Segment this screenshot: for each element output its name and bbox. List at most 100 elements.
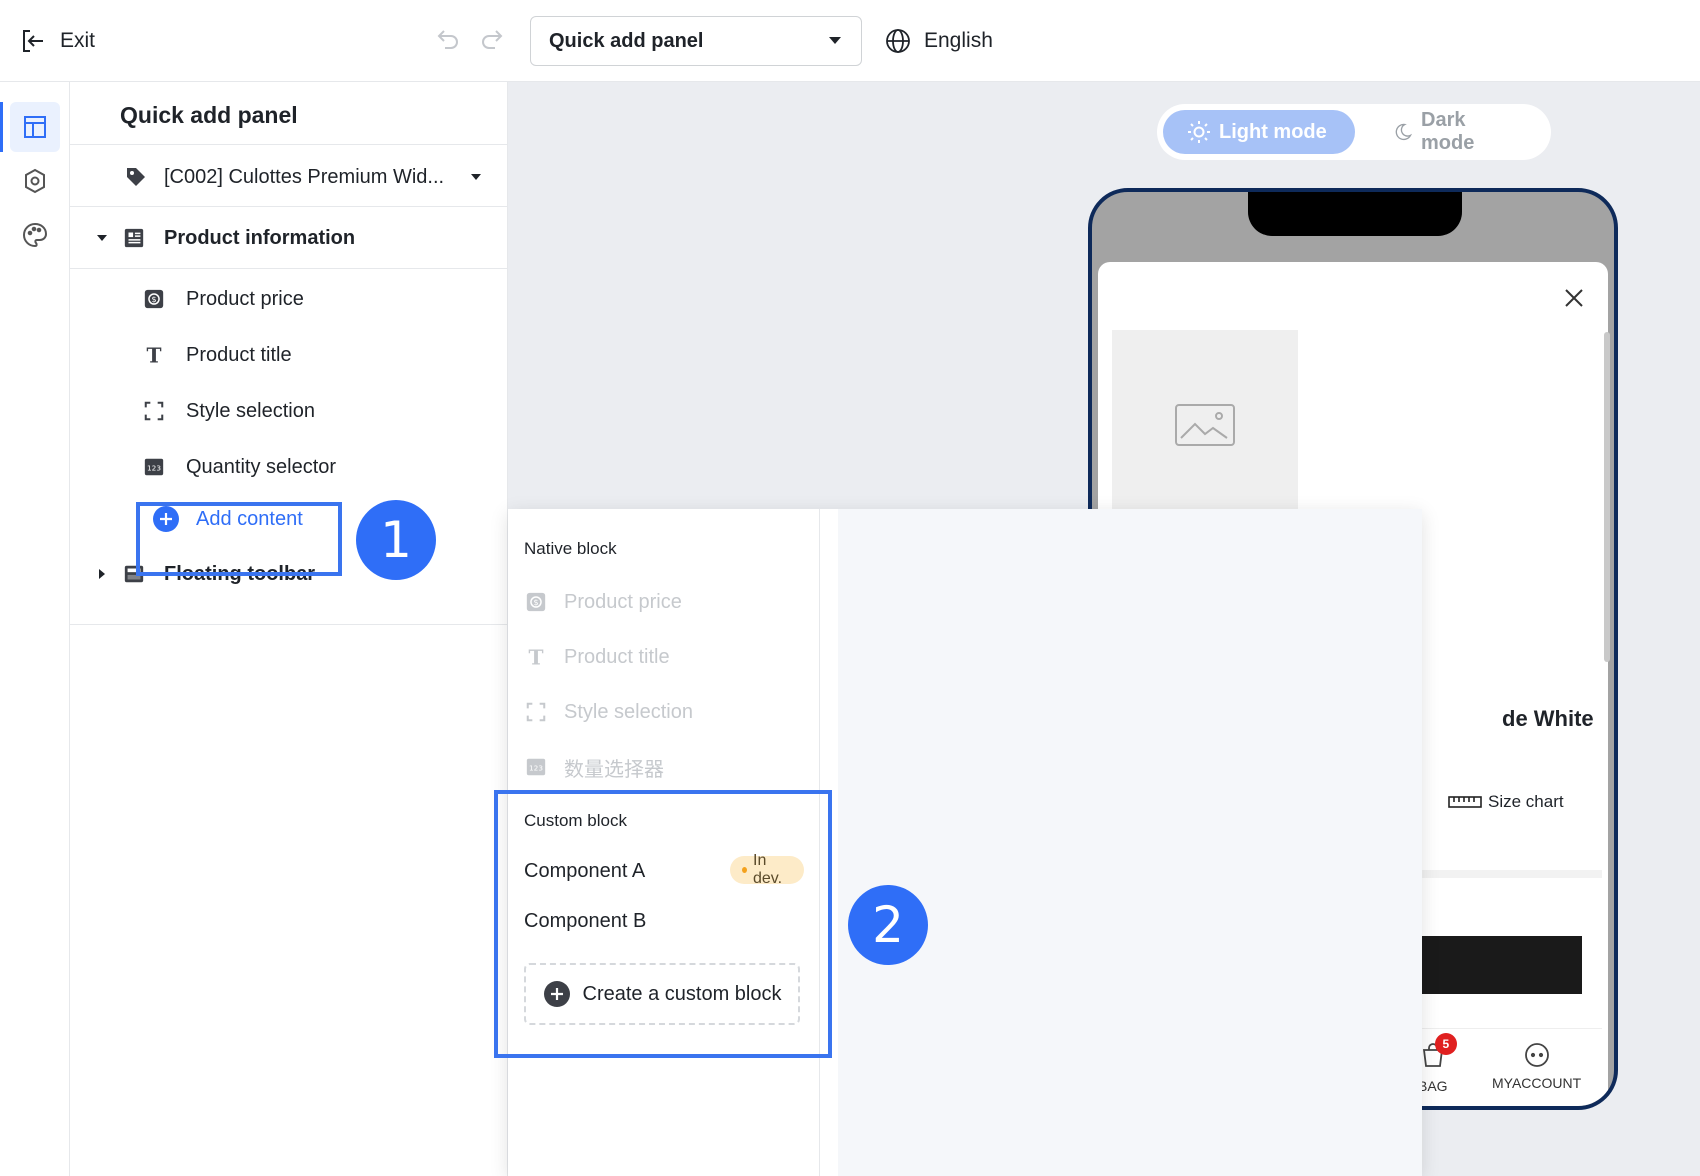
add-content-label: Add content bbox=[196, 507, 303, 530]
layout-icon bbox=[24, 116, 46, 138]
divider bbox=[70, 624, 508, 625]
light-mode-button[interactable]: Light mode bbox=[1163, 110, 1355, 154]
toolbar-icon bbox=[122, 562, 146, 586]
chevron-down-icon bbox=[464, 165, 488, 189]
undo-icon[interactable] bbox=[432, 26, 460, 54]
number-icon: 123 bbox=[524, 755, 548, 779]
svg-text:123: 123 bbox=[529, 764, 543, 773]
sidebar-item-style-selection[interactable]: Style selection bbox=[70, 386, 508, 436]
scrollbar[interactable] bbox=[1604, 332, 1610, 662]
text-icon: T bbox=[142, 343, 166, 367]
custom-item-component-a[interactable]: Component A In dev. bbox=[524, 851, 804, 891]
ruler-icon bbox=[1448, 796, 1482, 808]
custom-item-component-b[interactable]: Component B bbox=[524, 901, 804, 941]
selection-frame-icon bbox=[142, 399, 166, 423]
divider bbox=[70, 206, 508, 207]
sidebar-item-quantity-selector[interactable]: 123 Quantity selector bbox=[70, 442, 508, 492]
mode-toggle: Light mode Dark mode bbox=[1157, 104, 1551, 160]
redo-icon[interactable] bbox=[480, 26, 508, 54]
sidebar-item-product-price[interactable]: $ Product price bbox=[70, 274, 508, 324]
block-preview-pane bbox=[838, 509, 1422, 1176]
dark-mode-button[interactable]: Dark mode bbox=[1369, 109, 1539, 154]
sidebar-item-label: Quantity selector bbox=[186, 455, 337, 478]
sidebar-item-label: Product title bbox=[186, 343, 292, 366]
bag-count-badge: 5 bbox=[1434, 1033, 1457, 1055]
native-item-style-selection: Style selection bbox=[524, 692, 804, 732]
add-content-button[interactable]: Add content bbox=[70, 494, 508, 544]
section-label: Product information bbox=[164, 226, 356, 249]
palette-icon bbox=[23, 222, 48, 248]
exit-label: Exit bbox=[60, 29, 96, 52]
section-floating-toolbar[interactable]: Floating toolbar bbox=[70, 549, 508, 599]
create-custom-block-label: Create a custom block bbox=[582, 982, 782, 1005]
rail-settings-button[interactable] bbox=[10, 156, 60, 206]
native-item-label: Style selection bbox=[564, 700, 693, 723]
page-select-dropdown[interactable]: Quick add panel bbox=[530, 16, 862, 66]
svg-text:T: T bbox=[529, 646, 544, 668]
status-badge-label: In dev. bbox=[753, 852, 783, 887]
account-icon bbox=[1524, 1043, 1549, 1067]
svg-text:123: 123 bbox=[147, 464, 161, 473]
size-chart-label: Size chart bbox=[1488, 792, 1564, 811]
tab-bag[interactable]: 5 BAG bbox=[1418, 1033, 1457, 1094]
size-chart-link[interactable]: Size chart bbox=[1448, 792, 1564, 812]
custom-item-label: Component A bbox=[524, 859, 646, 882]
price-icon: $ bbox=[142, 287, 166, 311]
tag-icon bbox=[124, 165, 148, 189]
product-selector-value: [C002] Culottes Premium Wid... bbox=[164, 165, 445, 188]
native-item-product-title: T Product title bbox=[524, 637, 804, 677]
svg-text:$: $ bbox=[151, 294, 156, 304]
page-select-value: Quick add panel bbox=[549, 29, 704, 52]
phone-notch bbox=[1248, 192, 1462, 236]
product-selector[interactable]: [C002] Culottes Premium Wid... bbox=[70, 152, 508, 202]
caret-right-icon bbox=[90, 562, 114, 586]
sidebar-item-product-title[interactable]: T Product title bbox=[70, 330, 508, 380]
group-label-custom: Custom block bbox=[524, 811, 627, 830]
number-icon: 123 bbox=[142, 455, 166, 479]
annotation-step-2: 2 bbox=[848, 885, 928, 965]
status-dot bbox=[742, 867, 747, 873]
tab-label: BAG bbox=[1418, 1078, 1448, 1094]
svg-text:T: T bbox=[147, 344, 162, 366]
block-list: Native block $ Product price T Product t… bbox=[508, 509, 820, 1176]
language-label: English bbox=[924, 29, 993, 52]
exit-icon bbox=[23, 30, 43, 52]
sun-icon bbox=[1188, 121, 1210, 143]
exit-button[interactable]: Exit bbox=[20, 24, 95, 58]
native-item-product-price: $ Product price bbox=[524, 582, 804, 622]
light-mode-label: Light mode bbox=[1219, 120, 1327, 143]
svg-text:$: $ bbox=[533, 597, 538, 607]
rail-theme-button[interactable] bbox=[10, 210, 60, 260]
rail-active-indicator bbox=[0, 102, 3, 152]
info-card-icon bbox=[122, 226, 146, 250]
chevron-down-icon bbox=[829, 37, 841, 44]
close-icon[interactable] bbox=[1562, 286, 1586, 310]
custom-item-label: Component B bbox=[524, 909, 647, 932]
caret-down-icon bbox=[90, 226, 114, 250]
divider bbox=[70, 144, 508, 145]
price-icon: $ bbox=[524, 590, 548, 614]
annotation-step-1: 1 bbox=[356, 500, 436, 580]
product-name: de White bbox=[1502, 706, 1594, 731]
language-switcher[interactable]: English bbox=[884, 24, 993, 58]
globe-icon bbox=[886, 29, 910, 53]
tab-myaccount[interactable]: MYACCOUNT bbox=[1492, 1041, 1581, 1091]
left-sidebar: Quick add panel [C002] Culottes Premium … bbox=[70, 82, 508, 1176]
native-item-quantity-selector: 123 数量选择器 bbox=[524, 747, 804, 787]
native-item-label: Product title bbox=[564, 645, 670, 668]
section-label: Floating toolbar bbox=[164, 562, 316, 585]
rail-layout-button[interactable] bbox=[10, 102, 60, 152]
plus-circle-icon bbox=[152, 505, 180, 533]
native-item-label: Product price bbox=[564, 590, 682, 613]
product-image-placeholder bbox=[1112, 330, 1298, 520]
plus-circle-icon bbox=[543, 981, 570, 1007]
status-badge: In dev. bbox=[730, 852, 804, 887]
moon-icon bbox=[1395, 123, 1413, 141]
sidebar-title: Quick add panel bbox=[120, 102, 298, 128]
settings-icon bbox=[25, 168, 45, 194]
section-product-information[interactable]: Product information bbox=[70, 213, 508, 263]
create-custom-block-button[interactable]: Create a custom block bbox=[524, 963, 800, 1025]
group-label-native: Native block bbox=[524, 539, 617, 558]
selection-frame-icon bbox=[524, 700, 548, 724]
sidebar-item-label: Style selection bbox=[186, 399, 315, 422]
